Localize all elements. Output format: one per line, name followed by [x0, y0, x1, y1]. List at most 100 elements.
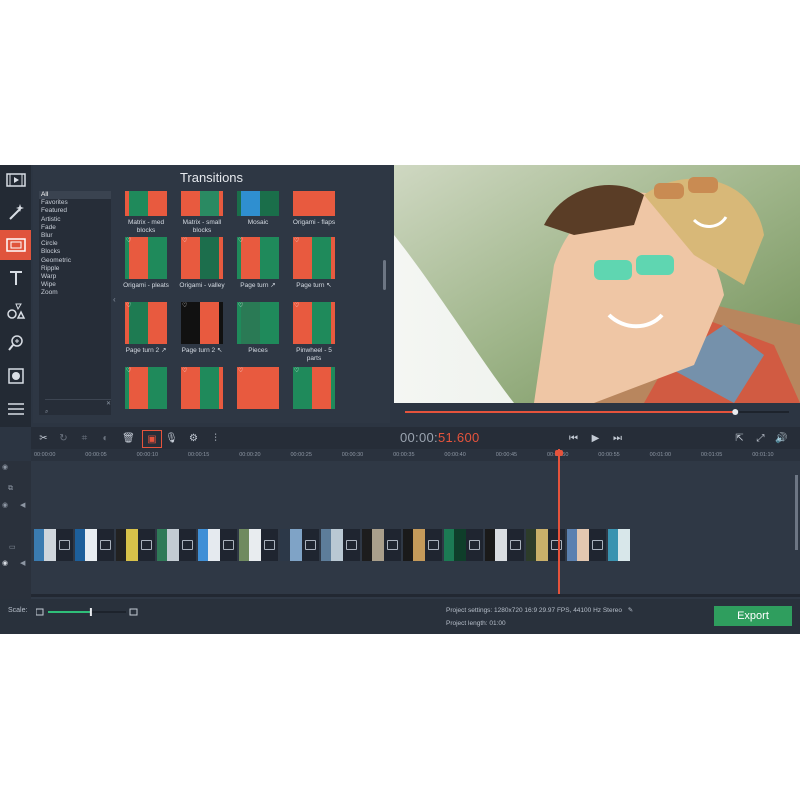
video-clip[interactable]	[608, 529, 630, 561]
category-item[interactable]: Ripple	[39, 265, 111, 273]
transition-tile[interactable]: ♡ Page turn ↗	[233, 237, 283, 290]
transition-marker-icon[interactable]	[302, 529, 319, 561]
skip-back-icon[interactable]: ⏮	[565, 430, 582, 446]
volume-icon[interactable]: 🔊	[773, 430, 790, 446]
transition-marker-icon[interactable]	[343, 529, 360, 561]
collapse-arrow-icon[interactable]: ‹	[113, 295, 117, 305]
transition-marker-icon[interactable]	[97, 529, 114, 561]
play-icon[interactable]: ▶	[587, 430, 604, 446]
video-track-icon[interactable]: ▭	[9, 543, 16, 551]
category-item[interactable]: Fade	[39, 224, 111, 232]
color-adjust-icon[interactable]: ◐	[97, 430, 114, 446]
video-clip[interactable]	[321, 529, 343, 561]
category-item[interactable]: Blur	[39, 232, 111, 240]
transition-tile[interactable]: ♡ Pieces	[233, 302, 283, 355]
settings-gear-icon[interactable]: ⚙	[185, 430, 202, 446]
video-clip[interactable]	[198, 529, 220, 561]
video-clip[interactable]	[116, 529, 138, 561]
transition-tile[interactable]: Mosaic	[233, 191, 283, 227]
favorite-heart-icon[interactable]: ♡	[294, 302, 299, 309]
category-search-field[interactable]: ⌕ ✕	[45, 399, 111, 415]
playback-seek-bar[interactable]	[405, 409, 789, 415]
export-frame-icon[interactable]: ⇱	[731, 430, 748, 446]
cut-icon[interactable]: ✂	[35, 430, 52, 446]
playhead-handle[interactable]	[555, 450, 563, 456]
category-item[interactable]: Blocks	[39, 248, 111, 256]
filters-icon[interactable]	[0, 361, 31, 391]
transition-marker-icon[interactable]	[589, 529, 606, 561]
transition-marker-icon[interactable]	[220, 529, 237, 561]
transition-tile[interactable]: ♡	[177, 367, 227, 412]
import-media-icon[interactable]	[0, 165, 31, 195]
video-clip[interactable]	[34, 529, 56, 561]
video-clip[interactable]	[157, 529, 179, 561]
video-clip[interactable]	[362, 529, 384, 561]
video-clip[interactable]	[567, 529, 589, 561]
category-item[interactable]: Favorites	[39, 199, 111, 207]
category-item[interactable]: Featured	[39, 207, 111, 215]
video-clip[interactable]	[444, 529, 466, 561]
clear-search-icon[interactable]: ✕	[106, 400, 111, 407]
transition-tile[interactable]: Matrix - small blocks	[177, 191, 227, 234]
magic-wand-icon[interactable]	[0, 197, 31, 227]
favorite-heart-icon[interactable]: ♡	[182, 367, 187, 374]
transition-tile[interactable]: ♡ Origami - pleats	[121, 237, 171, 290]
transition-marker-icon[interactable]	[425, 529, 442, 561]
rotate-icon[interactable]: ↻	[55, 430, 72, 446]
transition-marker-icon[interactable]	[507, 529, 524, 561]
category-item[interactable]: Circle	[39, 240, 111, 248]
favorite-heart-icon[interactable]: ♡	[294, 237, 299, 244]
scale-slider[interactable]	[36, 608, 138, 616]
record-audio-icon[interactable]: 🎙	[163, 430, 180, 446]
favorite-heart-icon[interactable]: ♡	[182, 237, 187, 244]
transition-marker-icon[interactable]	[384, 529, 401, 561]
skip-forward-icon[interactable]: ⏭	[609, 430, 626, 446]
transitions-tool-icon[interactable]	[0, 230, 31, 260]
video-clip[interactable]	[485, 529, 507, 561]
main-eye-icon[interactable]: ◉	[2, 559, 8, 567]
transition-tile[interactable]: ♡ Page turn 2 ↗	[121, 302, 171, 355]
timeline-scrollbar[interactable]	[31, 594, 800, 597]
transition-tile[interactable]: Origami - flaps	[289, 191, 339, 227]
category-item[interactable]: All	[39, 191, 111, 200]
playhead-line[interactable]	[558, 449, 560, 597]
video-clip[interactable]	[280, 529, 302, 561]
favorite-heart-icon[interactable]: ♡	[126, 237, 131, 244]
transition-tile[interactable]: ♡	[121, 367, 171, 412]
tracks-scrollbar[interactable]	[795, 475, 798, 550]
equalizer-icon[interactable]: ⫶	[207, 430, 224, 446]
category-item[interactable]: Geometric	[39, 257, 111, 265]
transition-marker-icon[interactable]	[56, 529, 73, 561]
delete-icon[interactable]: 🗑	[120, 430, 137, 446]
video-clip[interactable]	[526, 529, 548, 561]
zoom-pan-icon[interactable]	[0, 328, 31, 358]
crop-icon[interactable]: ⌗	[76, 430, 93, 446]
edit-pencil-icon[interactable]: ✎	[628, 607, 633, 614]
video-clip[interactable]	[75, 529, 97, 561]
eye-icon[interactable]: ◉	[2, 501, 8, 509]
more-tools-list-icon[interactable]	[0, 394, 31, 424]
grid-scrollbar[interactable]	[383, 260, 386, 290]
transition-marker-icon[interactable]	[179, 529, 196, 561]
category-item[interactable]: Warp	[39, 273, 111, 281]
favorite-heart-icon[interactable]: ♡	[238, 237, 243, 244]
timeline-ruler[interactable]: 00:00:00 00:00:05 00:00:10 00:00:15 00:00:20…	[31, 449, 800, 461]
category-item[interactable]: Zoom	[39, 289, 111, 297]
favorite-heart-icon[interactable]: ♡	[238, 302, 243, 309]
video-clip[interactable]	[403, 529, 425, 561]
transition-marker-icon[interactable]	[138, 529, 155, 561]
clip-properties-icon[interactable]: ▣	[142, 430, 162, 448]
favorite-heart-icon[interactable]: ♡	[238, 367, 243, 374]
favorite-heart-icon[interactable]: ♡	[294, 367, 299, 374]
favorite-heart-icon[interactable]: ♡	[126, 367, 131, 374]
export-button[interactable]: Export	[714, 606, 792, 626]
category-item[interactable]: Wipe	[39, 281, 111, 289]
category-item[interactable]: Artistic	[39, 216, 111, 224]
transition-tile[interactable]: ♡	[289, 367, 339, 412]
transition-tile[interactable]: Matrix - med blocks	[121, 191, 171, 234]
transition-marker-icon[interactable]	[261, 529, 278, 561]
fullscreen-icon[interactable]: ⤢	[752, 430, 769, 446]
favorite-heart-icon[interactable]: ♡	[182, 302, 187, 309]
transition-tile[interactable]: ♡ Page turn 2 ↖	[177, 302, 227, 355]
transition-marker-icon[interactable]	[466, 529, 483, 561]
